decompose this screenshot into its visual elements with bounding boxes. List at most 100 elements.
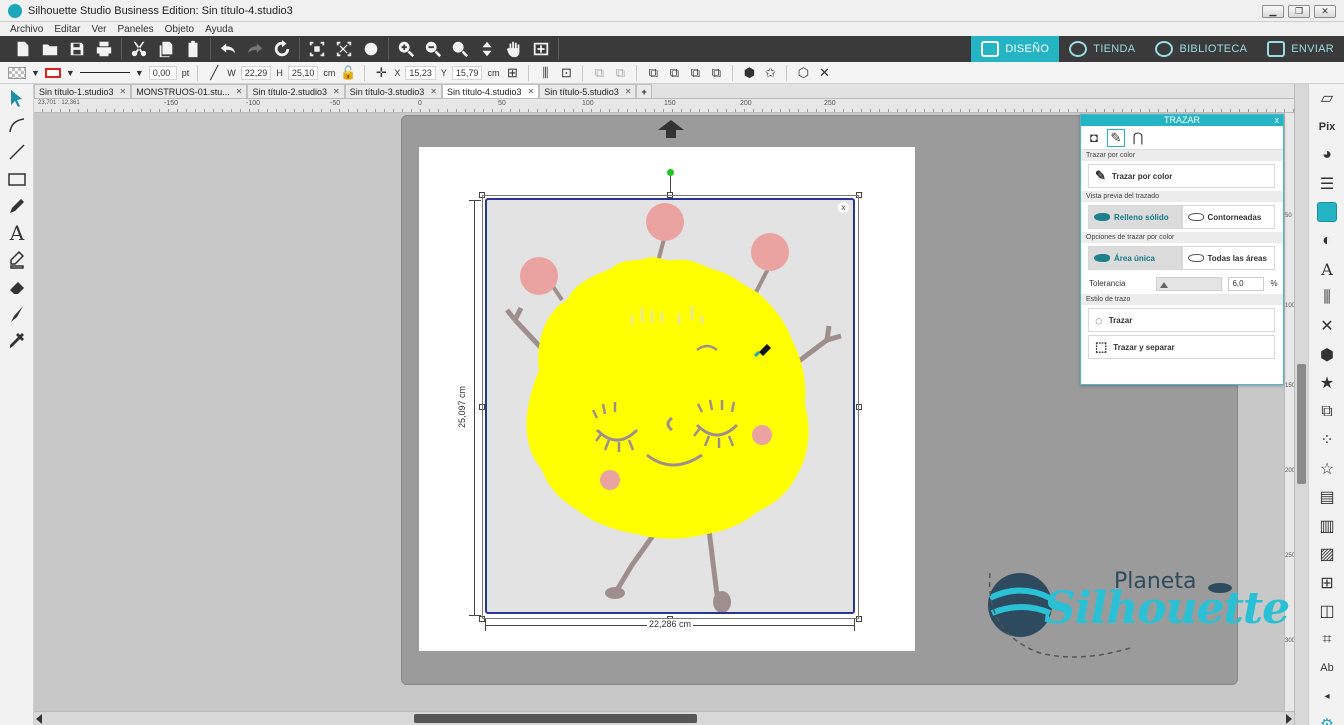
fit-page-icon[interactable]	[474, 38, 500, 60]
tab-diseno[interactable]: DISEÑO	[971, 36, 1060, 62]
emboss-icon[interactable]: ◫	[1309, 597, 1344, 626]
group-icon[interactable]: ⧉	[591, 65, 607, 81]
point-edit-icon[interactable]	[0, 111, 34, 138]
pan-hand-icon[interactable]	[501, 38, 527, 60]
doc-tab-6[interactable]: Sin título-5.studio3 ✕	[539, 84, 637, 98]
open-folder-icon[interactable]	[37, 38, 63, 60]
line-tool-icon[interactable]	[0, 138, 34, 165]
delete-x-icon[interactable]: ✕	[816, 65, 832, 81]
trace-by-color-button[interactable]: ✎ Trazar por color	[1088, 164, 1275, 188]
pixscan-icon[interactable]: Pix	[1309, 113, 1344, 142]
tab-tienda[interactable]: TIENDA	[1059, 36, 1145, 62]
x-field[interactable]: 15,23	[405, 65, 436, 80]
width-field[interactable]: 22,29	[240, 65, 272, 80]
select-arrow-icon[interactable]	[0, 84, 34, 111]
line-color-swatch[interactable]	[44, 67, 61, 78]
copy-icon[interactable]	[153, 38, 179, 60]
close-tab-icon[interactable]: ✕	[236, 86, 243, 98]
tab-enviar[interactable]: ENVIAR	[1257, 36, 1344, 62]
tolerance-field[interactable]: 6,0	[1228, 276, 1265, 291]
fill-palette-icon[interactable]: ◕	[1309, 141, 1344, 170]
close-tab-icon[interactable]: ✕	[625, 86, 632, 98]
single-area-button[interactable]: Área única	[1088, 246, 1182, 270]
y-field[interactable]: 15,79	[451, 65, 483, 80]
font-swap-icon[interactable]: Ab	[1309, 654, 1344, 683]
nesting-icon[interactable]: ⊞	[1309, 569, 1344, 598]
save-icon[interactable]	[64, 38, 90, 60]
text-style-icon[interactable]: A	[1309, 255, 1344, 284]
zoom-out-icon[interactable]	[420, 38, 446, 60]
bring-forward-icon[interactable]: ⧉	[666, 65, 682, 81]
knife-tool-icon[interactable]	[0, 246, 34, 273]
height-field[interactable]: 25,10	[287, 65, 319, 80]
preview-solid-fill-button[interactable]: Relleno sólido	[1088, 205, 1182, 229]
scroll-left-icon[interactable]	[36, 714, 42, 724]
send-back-icon[interactable]: ⧉	[708, 65, 724, 81]
menu-paneles[interactable]: Paneles	[118, 24, 154, 35]
redraw-icon[interactable]	[269, 38, 295, 60]
settings-gear-icon[interactable]: ⚙	[1309, 711, 1344, 725]
new-file-icon[interactable]	[10, 38, 36, 60]
rhinestone-icon[interactable]: ⁘	[1309, 426, 1344, 455]
deselect-icon[interactable]	[331, 38, 357, 60]
knife-blade-icon[interactable]	[0, 300, 34, 327]
menu-archivo[interactable]: Archivo	[10, 24, 43, 35]
line-color-dropdown-icon[interactable]: ▼	[66, 68, 75, 78]
collapse-arrow-icon[interactable]: ◂	[1309, 683, 1344, 712]
eyedropper-tool-icon[interactable]	[0, 327, 34, 354]
traced-image-frame[interactable]: x	[485, 198, 855, 614]
close-button[interactable]: ✕	[1314, 5, 1336, 18]
trace-button[interactable]: ◌ Trazar	[1088, 308, 1275, 332]
menu-ver[interactable]: Ver	[91, 24, 106, 35]
anchor-grid-icon[interactable]: ⊞	[504, 65, 520, 81]
hatch-fill-icon[interactable]: ▨	[1309, 540, 1344, 569]
align-icon[interactable]: ⫼	[537, 65, 553, 81]
pencil-tool-icon[interactable]	[0, 192, 34, 219]
3d-box-icon[interactable]: ⬡	[795, 65, 811, 81]
text-tool-icon[interactable]: A	[0, 219, 34, 246]
page-setup-icon[interactable]: ▱	[1309, 84, 1344, 113]
trace-panel-close-icon[interactable]: x	[1275, 115, 1280, 126]
star-outline-icon[interactable]: ☆	[1309, 455, 1344, 484]
trace-by-color-icon[interactable]: ✎	[1107, 128, 1125, 147]
fit-window-icon[interactable]	[528, 38, 554, 60]
fill-color-swatch[interactable]	[8, 66, 26, 79]
print-icon[interactable]	[91, 38, 117, 60]
transparency-icon[interactable]: ◐	[1309, 227, 1344, 256]
sketch-icon[interactable]: ▤	[1309, 483, 1344, 512]
maximize-button[interactable]: ❐	[1288, 5, 1310, 18]
doc-tab-2[interactable]: MONSTRUOS-01.stu... ✕	[131, 84, 248, 98]
center-icon[interactable]: ⊡	[558, 65, 574, 81]
doc-tab-5[interactable]: Sin título-4.studio3 ✕	[441, 84, 540, 98]
close-tab-icon[interactable]: ✕	[528, 86, 535, 98]
tolerance-slider[interactable]	[1156, 276, 1223, 291]
trace-shape-icon[interactable]: ◘	[1085, 129, 1103, 147]
line-width-field[interactable]: 0,00	[148, 65, 177, 80]
rectangle-tool-icon[interactable]	[0, 165, 34, 192]
zoom-select-icon[interactable]	[447, 38, 473, 60]
doc-tab-3[interactable]: Sin título-2.studio3 ✕	[247, 84, 345, 98]
all-areas-button[interactable]: Todas las áreas	[1181, 246, 1275, 270]
zoom-in-icon[interactable]	[393, 38, 419, 60]
fill-dropdown-icon[interactable]: ▼	[31, 68, 40, 78]
menu-objeto[interactable]: Objeto	[165, 24, 194, 35]
select-all-icon[interactable]	[304, 38, 330, 60]
menu-ayuda[interactable]: Ayuda	[205, 24, 233, 35]
align-panel-icon[interactable]: ⫼	[1309, 284, 1344, 313]
replicate-icon[interactable]: ⧉	[1309, 398, 1344, 427]
line-style-icon[interactable]: ☰	[1309, 170, 1344, 199]
horizontal-scroll-thumb[interactable]	[414, 714, 697, 723]
edit-points-icon[interactable]	[358, 38, 384, 60]
close-tab-icon[interactable]: ✕	[430, 86, 437, 98]
ungroup-icon[interactable]: ⧉	[612, 65, 628, 81]
modify-icon[interactable]: ⬢	[1309, 341, 1344, 370]
vertical-scroll-thumb[interactable]	[1297, 364, 1306, 484]
weld-icon[interactable]: ⬢	[741, 65, 757, 81]
close-tab-icon[interactable]: ✕	[120, 86, 127, 98]
horizontal-scrollbar[interactable]	[34, 711, 1294, 725]
line-style-dropdown-icon[interactable]: ▼	[135, 68, 144, 78]
scroll-right-icon[interactable]	[1286, 714, 1292, 724]
doc-tab-1[interactable]: Sin título-1.studio3 ✕	[34, 84, 132, 98]
paste-icon[interactable]	[180, 38, 206, 60]
cut-icon[interactable]	[126, 38, 152, 60]
